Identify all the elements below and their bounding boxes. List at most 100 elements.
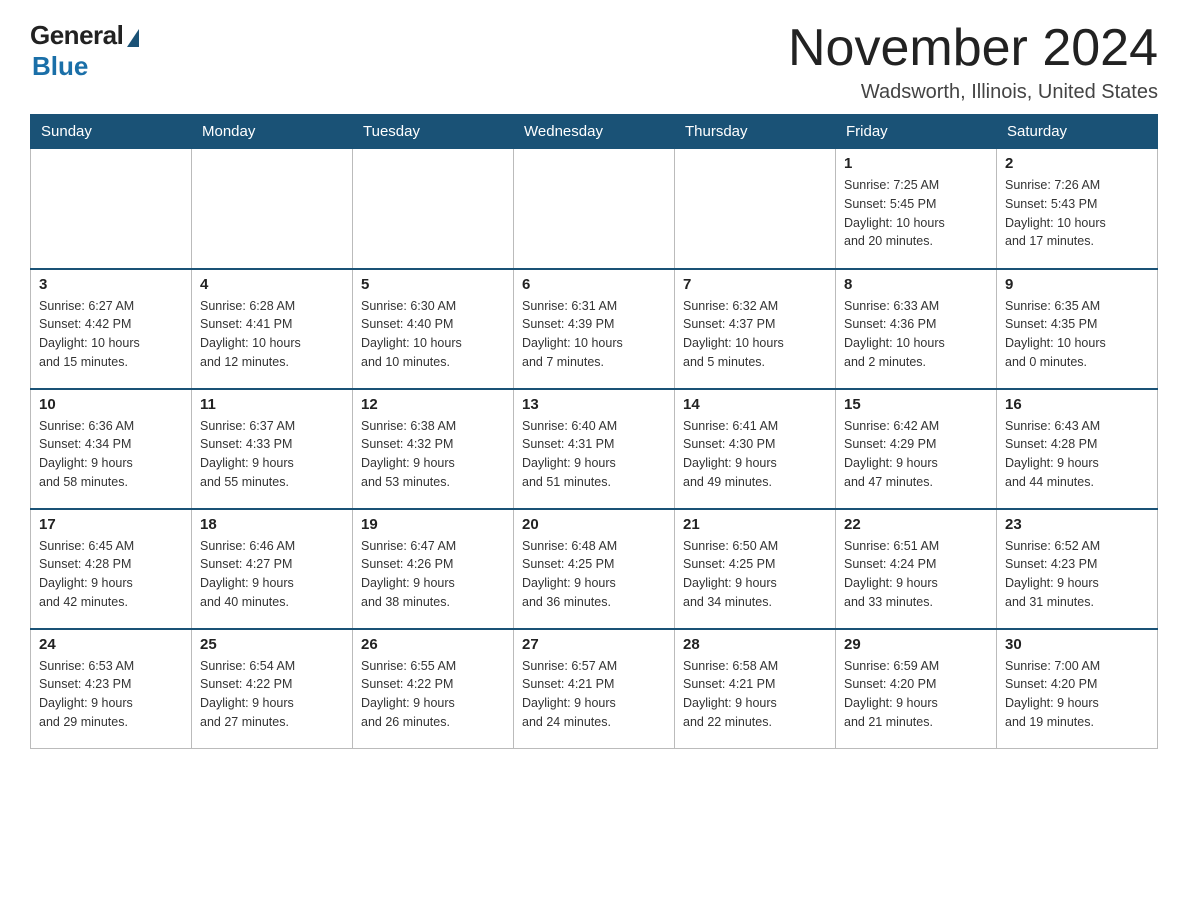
- day-info: Sunrise: 6:58 AM Sunset: 4:21 PM Dayligh…: [683, 657, 827, 732]
- day-info: Sunrise: 6:47 AM Sunset: 4:26 PM Dayligh…: [361, 537, 505, 612]
- calendar-day-cell: 19 Sunrise: 6:47 AM Sunset: 4:26 PM Dayli…: [353, 509, 514, 629]
- day-info: Sunrise: 6:50 AM Sunset: 4:25 PM Dayligh…: [683, 537, 827, 612]
- calendar-day-cell: 27 Sunrise: 6:57 AM Sunset: 4:21 PM Dayli…: [514, 629, 675, 749]
- page-header: General Blue November 2024 Wadsworth, Il…: [30, 20, 1158, 104]
- calendar-day-cell: 4 Sunrise: 6:28 AM Sunset: 4:41 PM Daylig…: [192, 269, 353, 389]
- calendar-day-cell: 16 Sunrise: 6:43 AM Sunset: 4:28 PM Dayli…: [997, 389, 1158, 509]
- calendar-day-cell: [192, 149, 353, 269]
- day-info: Sunrise: 7:00 AM Sunset: 4:20 PM Dayligh…: [1005, 657, 1149, 732]
- day-number: 28: [683, 636, 827, 653]
- day-info: Sunrise: 6:27 AM Sunset: 4:42 PM Dayligh…: [39, 297, 183, 372]
- calendar-day-cell: 9Sunrise: 6:35 AM Sunset: 4:35 PM Daylig…: [997, 269, 1158, 389]
- calendar-day-cell: 5Sunrise: 6:30 AM Sunset: 4:40 PM Daylig…: [353, 269, 514, 389]
- calendar-day-cell: 2 Sunrise: 7:26 AM Sunset: 5:43 PM Daylig…: [997, 149, 1158, 269]
- calendar-day-cell: 28 Sunrise: 6:58 AM Sunset: 4:21 PM Dayli…: [675, 629, 836, 749]
- day-info: Sunrise: 6:42 AM Sunset: 4:29 PM Dayligh…: [844, 417, 988, 492]
- day-number: 13: [522, 396, 666, 413]
- day-number: 8: [844, 276, 988, 293]
- day-info: Sunrise: 6:51 AM Sunset: 4:24 PM Dayligh…: [844, 537, 988, 612]
- day-info: Sunrise: 6:57 AM Sunset: 4:21 PM Dayligh…: [522, 657, 666, 732]
- calendar-header-wednesday: Wednesday: [514, 115, 675, 149]
- calendar-day-cell: 17Sunrise: 6:45 AM Sunset: 4:28 PM Dayli…: [31, 509, 192, 629]
- calendar-day-cell: 24 Sunrise: 6:53 AM Sunset: 4:23 PM Dayli…: [31, 629, 192, 749]
- day-number: 4: [200, 276, 344, 293]
- calendar-week-row: 24 Sunrise: 6:53 AM Sunset: 4:23 PM Dayli…: [31, 629, 1158, 749]
- day-info: Sunrise: 6:40 AM Sunset: 4:31 PM Dayligh…: [522, 417, 666, 492]
- day-info: Sunrise: 6:55 AM Sunset: 4:22 PM Dayligh…: [361, 657, 505, 732]
- day-info: Sunrise: 6:52 AM Sunset: 4:23 PM Dayligh…: [1005, 537, 1149, 612]
- month-title: November 2024: [788, 20, 1158, 77]
- logo-general-text: General: [30, 20, 123, 51]
- day-number: 30: [1005, 636, 1149, 653]
- day-number: 3: [39, 276, 183, 293]
- day-info: Sunrise: 6:54 AM Sunset: 4:22 PM Dayligh…: [200, 657, 344, 732]
- calendar-header-sunday: Sunday: [31, 115, 192, 149]
- calendar-day-cell: 13 Sunrise: 6:40 AM Sunset: 4:31 PM Dayli…: [514, 389, 675, 509]
- calendar-header-friday: Friday: [836, 115, 997, 149]
- calendar-day-cell: 25 Sunrise: 6:54 AM Sunset: 4:22 PM Dayli…: [192, 629, 353, 749]
- day-info: Sunrise: 6:32 AM Sunset: 4:37 PM Dayligh…: [683, 297, 827, 372]
- day-info: Sunrise: 6:37 AM Sunset: 4:33 PM Dayligh…: [200, 417, 344, 492]
- day-number: 6: [522, 276, 666, 293]
- day-info: Sunrise: 6:45 AM Sunset: 4:28 PM Dayligh…: [39, 537, 183, 612]
- day-info: Sunrise: 6:48 AM Sunset: 4:25 PM Dayligh…: [522, 537, 666, 612]
- day-number: 19: [361, 516, 505, 533]
- calendar-day-cell: 8 Sunrise: 6:33 AM Sunset: 4:36 PM Daylig…: [836, 269, 997, 389]
- day-info: Sunrise: 7:25 AM Sunset: 5:45 PM Dayligh…: [844, 176, 988, 251]
- day-number: 9: [1005, 276, 1149, 293]
- day-info: Sunrise: 6:33 AM Sunset: 4:36 PM Dayligh…: [844, 297, 988, 372]
- calendar-day-cell: 29Sunrise: 6:59 AM Sunset: 4:20 PM Dayli…: [836, 629, 997, 749]
- logo-arrow-icon: [127, 29, 139, 47]
- calendar-day-cell: [675, 149, 836, 269]
- day-number: 1: [844, 155, 988, 172]
- day-number: 5: [361, 276, 505, 293]
- day-number: 14: [683, 396, 827, 413]
- calendar-day-cell: 14 Sunrise: 6:41 AM Sunset: 4:30 PM Dayli…: [675, 389, 836, 509]
- calendar-day-cell: 12Sunrise: 6:38 AM Sunset: 4:32 PM Dayli…: [353, 389, 514, 509]
- day-info: Sunrise: 6:38 AM Sunset: 4:32 PM Dayligh…: [361, 417, 505, 492]
- calendar-day-cell: [31, 149, 192, 269]
- day-number: 20: [522, 516, 666, 533]
- calendar-week-row: 1 Sunrise: 7:25 AM Sunset: 5:45 PM Daylig…: [31, 149, 1158, 269]
- day-number: 24: [39, 636, 183, 653]
- calendar-day-cell: 7 Sunrise: 6:32 AM Sunset: 4:37 PM Daylig…: [675, 269, 836, 389]
- day-number: 25: [200, 636, 344, 653]
- day-number: 16: [1005, 396, 1149, 413]
- location-label: Wadsworth, Illinois, United States: [788, 81, 1158, 104]
- calendar-header-row: SundayMondayTuesdayWednesdayThursdayFrid…: [31, 115, 1158, 149]
- calendar-day-cell: 6Sunrise: 6:31 AM Sunset: 4:39 PM Daylig…: [514, 269, 675, 389]
- title-area: November 2024 Wadsworth, Illinois, Unite…: [788, 20, 1158, 104]
- calendar-day-cell: 18Sunrise: 6:46 AM Sunset: 4:27 PM Dayli…: [192, 509, 353, 629]
- calendar-week-row: 10 Sunrise: 6:36 AM Sunset: 4:34 PM Dayli…: [31, 389, 1158, 509]
- calendar-day-cell: 15Sunrise: 6:42 AM Sunset: 4:29 PM Dayli…: [836, 389, 997, 509]
- day-number: 10: [39, 396, 183, 413]
- day-number: 23: [1005, 516, 1149, 533]
- logo: General Blue: [30, 20, 139, 82]
- calendar-day-cell: [514, 149, 675, 269]
- calendar-day-cell: 20 Sunrise: 6:48 AM Sunset: 4:25 PM Dayli…: [514, 509, 675, 629]
- day-number: 21: [683, 516, 827, 533]
- calendar-header-tuesday: Tuesday: [353, 115, 514, 149]
- day-info: Sunrise: 6:46 AM Sunset: 4:27 PM Dayligh…: [200, 537, 344, 612]
- calendar-header-saturday: Saturday: [997, 115, 1158, 149]
- day-number: 27: [522, 636, 666, 653]
- day-number: 2: [1005, 155, 1149, 172]
- day-info: Sunrise: 6:36 AM Sunset: 4:34 PM Dayligh…: [39, 417, 183, 492]
- calendar-day-cell: 23 Sunrise: 6:52 AM Sunset: 4:23 PM Dayli…: [997, 509, 1158, 629]
- calendar-header-monday: Monday: [192, 115, 353, 149]
- calendar-day-cell: 22 Sunrise: 6:51 AM Sunset: 4:24 PM Dayli…: [836, 509, 997, 629]
- day-info: Sunrise: 6:53 AM Sunset: 4:23 PM Dayligh…: [39, 657, 183, 732]
- day-info: Sunrise: 6:41 AM Sunset: 4:30 PM Dayligh…: [683, 417, 827, 492]
- day-info: Sunrise: 6:43 AM Sunset: 4:28 PM Dayligh…: [1005, 417, 1149, 492]
- day-number: 11: [200, 396, 344, 413]
- day-number: 22: [844, 516, 988, 533]
- calendar-day-cell: 3 Sunrise: 6:27 AM Sunset: 4:42 PM Daylig…: [31, 269, 192, 389]
- day-info: Sunrise: 6:59 AM Sunset: 4:20 PM Dayligh…: [844, 657, 988, 732]
- calendar-day-cell: 21 Sunrise: 6:50 AM Sunset: 4:25 PM Dayli…: [675, 509, 836, 629]
- day-info: Sunrise: 7:26 AM Sunset: 5:43 PM Dayligh…: [1005, 176, 1149, 251]
- day-number: 7: [683, 276, 827, 293]
- day-number: 26: [361, 636, 505, 653]
- calendar-day-cell: 30 Sunrise: 7:00 AM Sunset: 4:20 PM Dayli…: [997, 629, 1158, 749]
- calendar-day-cell: 10 Sunrise: 6:36 AM Sunset: 4:34 PM Dayli…: [31, 389, 192, 509]
- day-info: Sunrise: 6:28 AM Sunset: 4:41 PM Dayligh…: [200, 297, 344, 372]
